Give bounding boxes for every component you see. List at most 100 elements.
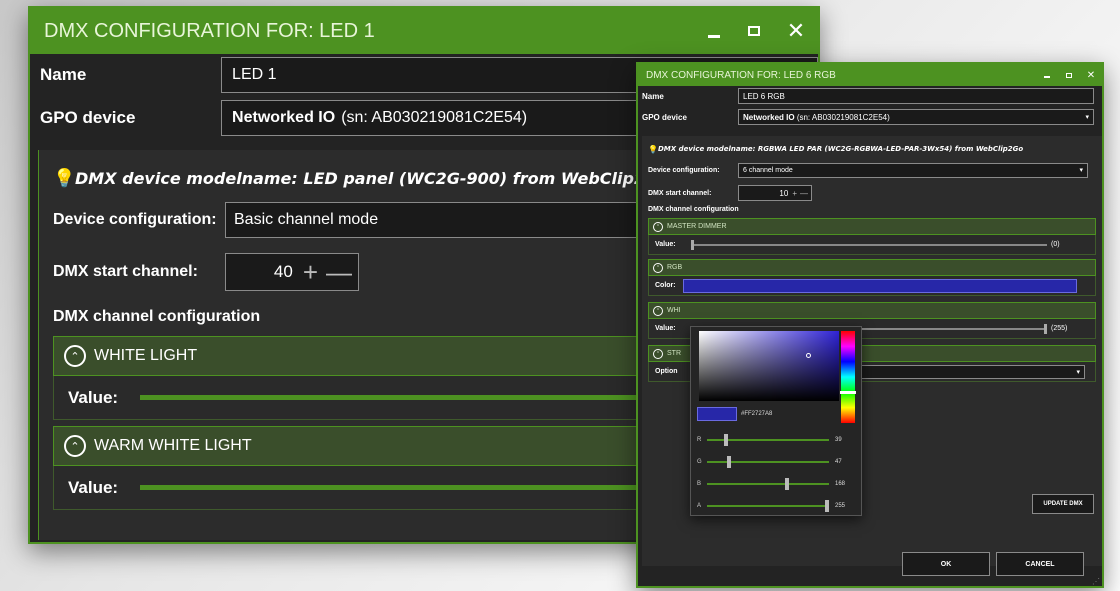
hue-thumb[interactable] [840, 391, 856, 394]
channel-value: 39 [835, 437, 842, 443]
channel-slider-row: B 168 [697, 473, 857, 495]
close-button[interactable]: ✕ [1080, 64, 1102, 86]
dmx-start-channel-value: 10 [779, 188, 789, 198]
color-row: Color: [648, 276, 1096, 296]
collapse-chevron-icon[interactable]: ⌃ [653, 221, 663, 232]
slider-thumb[interactable] [727, 456, 732, 468]
slider-thumb[interactable] [691, 239, 694, 250]
channel-value: 168 [835, 481, 846, 487]
gpo-device-label: GPO device [40, 108, 136, 127]
master-value-readout: (0) [1051, 241, 1060, 248]
resize-grip-icon[interactable]: ⋰ [1092, 577, 1100, 586]
window-title-bar: DMX CONFIGURATION FOR: LED 1 ✕ [30, 8, 818, 54]
channel-slider[interactable] [707, 434, 829, 446]
device-configuration-value: Basic channel mode [234, 211, 379, 228]
slider-thumb[interactable] [785, 478, 790, 490]
update-dmx-button[interactable]: UPDATE DMX [1032, 494, 1094, 514]
color-label: Color: [655, 282, 676, 289]
lightbulb-icon: 💡 [53, 167, 76, 188]
minimize-icon [708, 34, 720, 38]
channel-label: G [697, 459, 702, 465]
collapse-chevron-icon[interactable]: ⌃ [653, 348, 663, 359]
collapse-chevron-icon[interactable]: ⌃ [64, 345, 86, 367]
channel-group-white[interactable]: ⌃ WHI [648, 302, 1096, 319]
minimize-button[interactable] [1036, 64, 1058, 86]
channel-slider-row: A 255 [697, 495, 857, 517]
model-row: 💡 DMX device modelname: RGBWA LED PAR (W… [648, 142, 1096, 156]
master-value-slider[interactable] [691, 239, 1047, 250]
master-value-row: Value: (0) [648, 235, 1096, 255]
value-label: Value: [655, 325, 676, 332]
device-modelname: DMX device modelname: LED panel (WC2G-90… [75, 168, 670, 188]
saturation-value-area[interactable] [699, 331, 839, 401]
channel-slider[interactable] [707, 478, 829, 490]
name-label: Name [40, 65, 87, 84]
decrement-icon[interactable]: — [326, 259, 352, 285]
channel-label: B [697, 481, 702, 487]
channel-value: 47 [835, 459, 842, 465]
channel-group-rgb[interactable]: ⌃ RGB [648, 259, 1096, 276]
channel-label: A [697, 503, 702, 509]
decrement-icon[interactable]: — [800, 189, 808, 198]
increment-icon[interactable]: + [303, 259, 318, 285]
slider-thumb[interactable] [723, 434, 728, 446]
close-button[interactable]: ✕ [774, 8, 818, 54]
slider-thumb[interactable] [825, 500, 829, 512]
minimize-button[interactable] [694, 8, 734, 54]
update-dmx-label: UPDATE DMX [1043, 501, 1083, 507]
maximize-button[interactable] [734, 8, 774, 54]
dmx-start-channel-label: DMX start channel: [648, 189, 712, 197]
device-configuration-row: Device configuration: 6 channel mode ▾ [648, 160, 1096, 180]
hex-value[interactable]: #FF2727A8 [741, 411, 772, 417]
color-picker-popup: #FF2727A8 R 39 G 47 B 168 A 255 [690, 326, 862, 516]
channel-group-title: WHI [667, 307, 681, 314]
white-value-readout: (255) [1051, 325, 1068, 332]
maximize-button[interactable] [1058, 64, 1080, 86]
name-input[interactable]: LED 6 RGB [738, 88, 1094, 104]
cancel-label: CANCEL [1025, 560, 1055, 568]
value-label: Value: [655, 241, 676, 248]
hue-slider[interactable] [840, 331, 856, 423]
dmx-start-channel-stepper[interactable]: 10 + — [738, 185, 812, 201]
gpo-device-text: Networked IO (sn: AB030219081C2E54) [743, 113, 890, 122]
dmx-channel-configuration-label: DMX channel configuration [648, 206, 739, 213]
dropdown-arrow-icon: ▾ [1076, 368, 1080, 376]
increment-icon[interactable]: + [792, 189, 797, 198]
minimize-icon [1044, 76, 1050, 78]
name-row: Name LED 6 RGB [638, 86, 1102, 106]
channel-value: 255 [835, 503, 846, 509]
device-configuration-select[interactable]: 6 channel mode ▾ [738, 162, 1088, 178]
collapse-chevron-icon[interactable]: ⌃ [64, 435, 86, 457]
channel-slider-row: G 47 [697, 451, 857, 473]
hex-row: #FF2727A8 [697, 407, 772, 421]
channel-group-title: MASTER DIMMER [667, 223, 727, 230]
channel-slider[interactable] [707, 500, 829, 512]
channel-label: R [697, 437, 702, 443]
channel-group-title: WHITE LIGHT [94, 347, 198, 364]
collapse-chevron-icon[interactable]: ⌃ [653, 262, 663, 273]
gpo-device-serial: (sn: AB030219081C2E54) [796, 112, 890, 122]
dropdown-arrow-icon: ▾ [1085, 114, 1089, 121]
channel-group-master-dimmer[interactable]: ⌃ MASTER DIMMER [648, 218, 1096, 235]
collapse-chevron-icon[interactable]: ⌃ [653, 305, 663, 316]
gpo-device-serial: (sn: AB030219081C2E54) [341, 109, 528, 126]
name-value: LED 1 [232, 66, 277, 83]
gpo-device-select[interactable]: Networked IO (sn: AB030219081C2E54) ▾ [738, 109, 1094, 125]
ok-label: OK [940, 560, 952, 568]
close-icon: ✕ [1086, 69, 1096, 81]
color-swatch-bar[interactable] [683, 278, 1077, 293]
dropdown-arrow-icon: ▾ [1079, 167, 1083, 174]
close-icon: ✕ [786, 18, 806, 43]
cancel-button[interactable]: CANCEL [996, 552, 1084, 576]
name-value: LED 6 RGB [743, 91, 785, 101]
value-label: Value: [68, 387, 119, 407]
window-title-bar: DMX CONFIGURATION FOR: LED 6 RGB ✕ [638, 64, 1102, 86]
dmx-start-channel-stepper[interactable]: 40 + — [225, 253, 359, 291]
slider-thumb[interactable] [1044, 323, 1047, 334]
color-cursor[interactable] [806, 353, 811, 358]
ok-button[interactable]: OK [902, 552, 990, 576]
gpo-device-name: Networked IO [743, 112, 795, 122]
channel-slider[interactable] [707, 456, 829, 468]
name-label: Name [642, 91, 664, 101]
options-label: Option [655, 368, 678, 375]
